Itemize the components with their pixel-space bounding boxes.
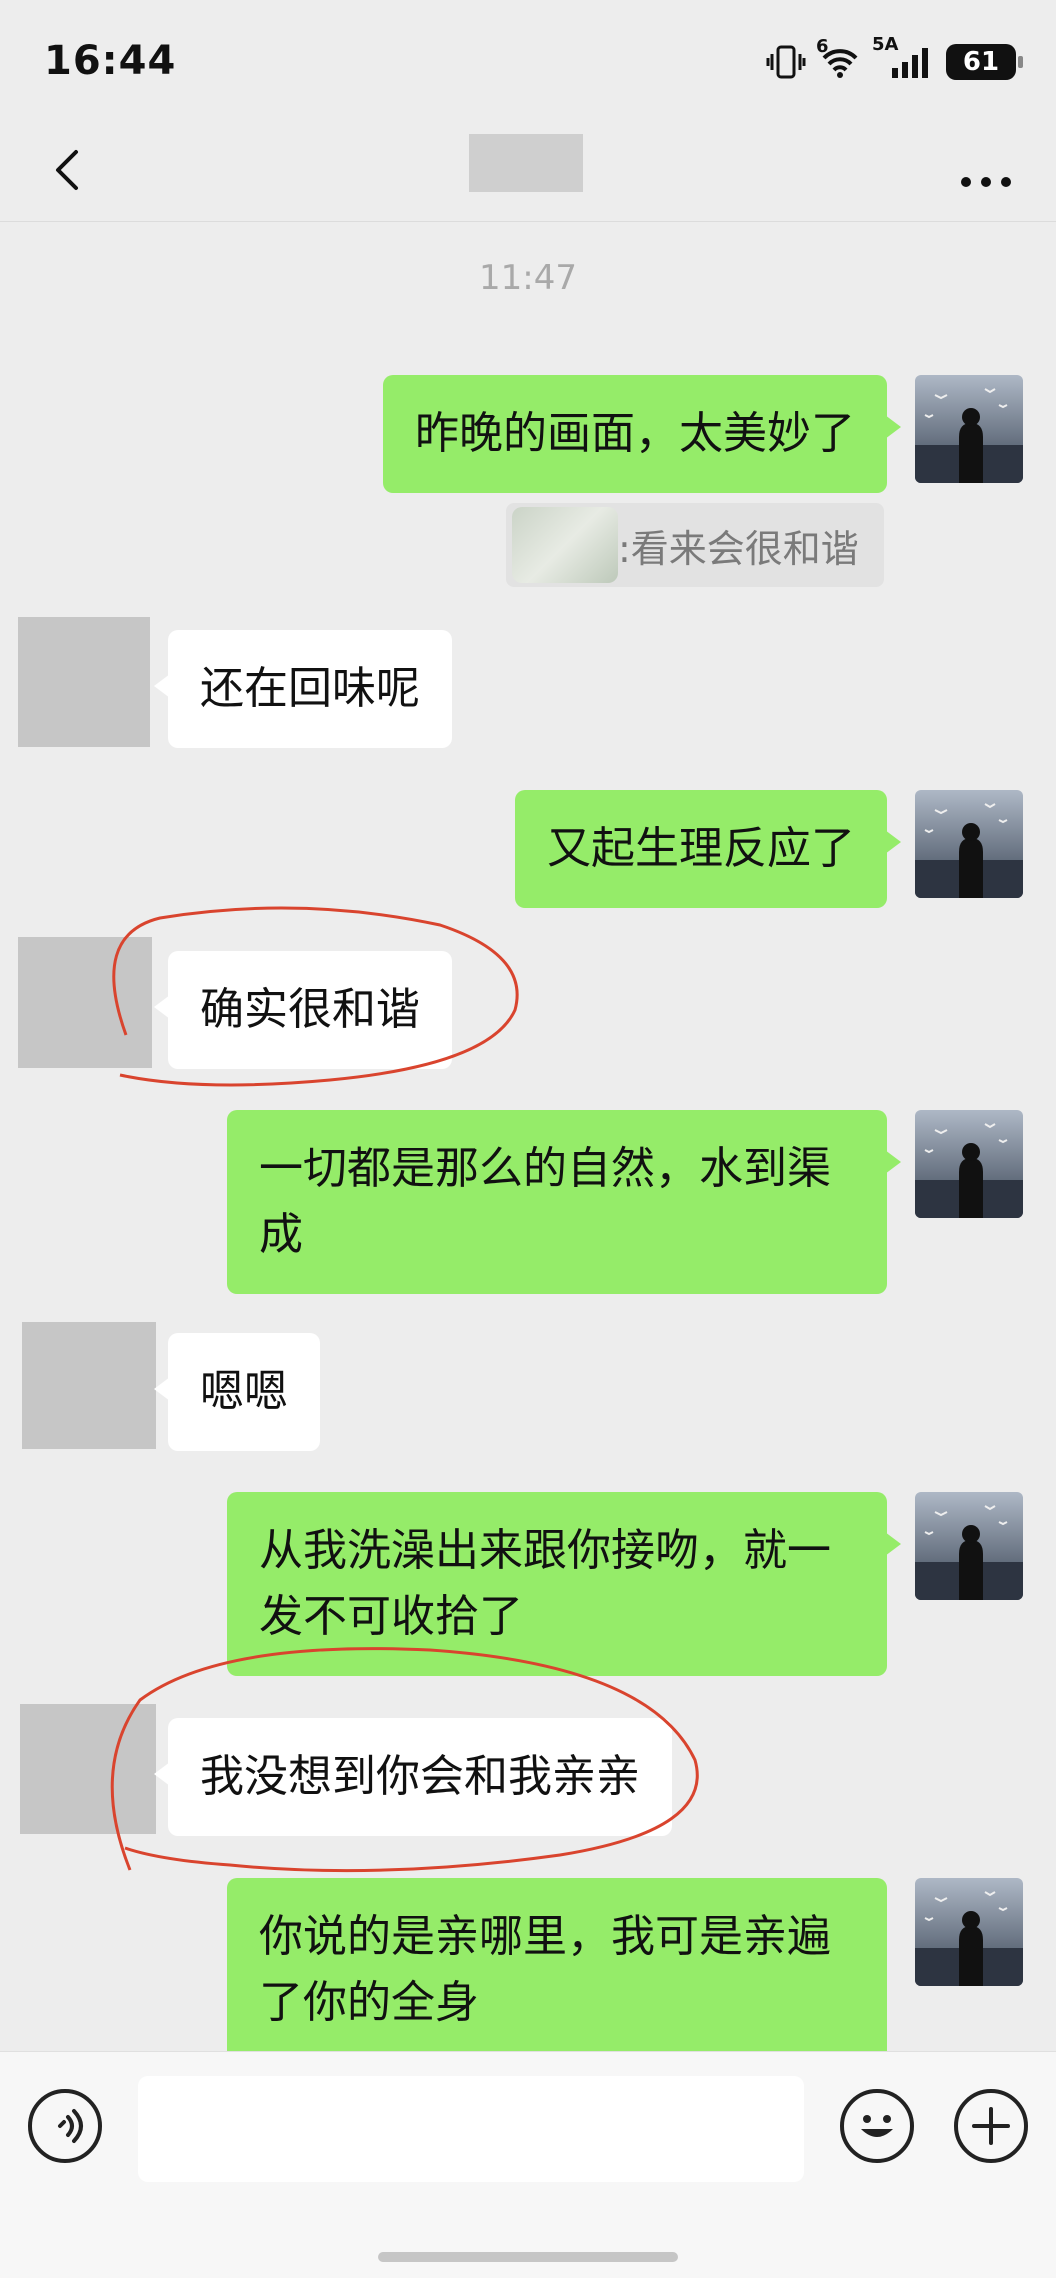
quoted-message[interactable]: :看来会很和谐 — [506, 503, 884, 587]
contact-name-redacted — [469, 134, 583, 192]
quoted-avatar-redacted — [512, 507, 618, 583]
wifi-icon: 6 — [816, 36, 862, 80]
ellipsis-icon — [961, 177, 1011, 187]
status-bar: 16:44 6 5A 61 — [0, 0, 1056, 120]
battery-indicator: 61 — [946, 44, 1023, 80]
message-bubble-sent[interactable]: 从我洗澡出来跟你接吻，就一 发不可收拾了 — [227, 1492, 901, 1676]
message-bubble-sent[interactable]: 又起生理反应了 — [515, 790, 901, 908]
voice-icon — [58, 2109, 83, 2143]
smiley-icon — [861, 2115, 893, 2137]
cell-signal-icon: 5A — [872, 34, 936, 80]
message-input[interactable] — [138, 2076, 804, 2182]
avatar-image — [915, 375, 1023, 483]
my-avatar[interactable] — [915, 1492, 1023, 1600]
message-bubble-received[interactable]: 确实很和谐 — [154, 951, 452, 1069]
emoji-button[interactable] — [840, 2089, 914, 2163]
avatar-image — [915, 790, 1023, 898]
wifi-label: 6 — [816, 36, 829, 57]
back-button[interactable] — [40, 140, 100, 200]
home-indicator[interactable] — [378, 2252, 678, 2262]
nav-bar — [0, 120, 1056, 222]
chat-screen: 16:44 6 5A 61 11:47 昨晚的画面，太美妙了:看来会很和谐 还… — [0, 0, 1056, 2278]
chat-timestamp: 11:47 — [479, 258, 577, 298]
status-time: 16:44 — [44, 38, 177, 84]
contact-avatar[interactable] — [20, 1704, 156, 1834]
voice-input-button[interactable] — [28, 2089, 102, 2163]
my-avatar[interactable] — [915, 1878, 1023, 1986]
my-avatar[interactable] — [915, 375, 1023, 483]
avatar-image — [915, 1110, 1023, 1218]
quoted-text: :看来会很和谐 — [618, 526, 859, 571]
my-avatar[interactable] — [915, 790, 1023, 898]
network-label: 5A — [872, 34, 899, 55]
contact-avatar[interactable] — [18, 617, 150, 747]
my-avatar[interactable] — [915, 1110, 1023, 1218]
contact-avatar[interactable] — [18, 937, 152, 1068]
message-bubble-sent[interactable]: 昨晚的画面，太美妙了 — [383, 375, 901, 493]
message-bubble-sent[interactable]: 你说的是亲哪里，我可是亲遍 了你的全身 — [227, 1878, 887, 2051]
message-bubble-received[interactable]: 嗯嗯 — [154, 1333, 320, 1451]
chevron-left-icon — [56, 150, 78, 190]
status-icons: 6 5A 61 — [766, 34, 1023, 82]
battery-level: 61 — [962, 47, 1000, 77]
input-bar — [0, 2051, 1056, 2278]
more-button[interactable] — [956, 140, 1016, 200]
avatar-image — [915, 1878, 1023, 1986]
contact-avatar[interactable] — [22, 1322, 156, 1449]
message-bubble-received[interactable]: 我没想到你会和我亲亲 — [154, 1718, 672, 1836]
more-functions-button[interactable] — [954, 2089, 1028, 2163]
avatar-image — [915, 1492, 1023, 1600]
message-bubble-received[interactable]: 还在回味呢 — [154, 630, 452, 748]
vibrate-icon — [766, 45, 806, 79]
message-bubble-sent[interactable]: 一切都是那么的自然，水到渠 成 — [227, 1110, 901, 1294]
plus-icon — [972, 2107, 1010, 2145]
